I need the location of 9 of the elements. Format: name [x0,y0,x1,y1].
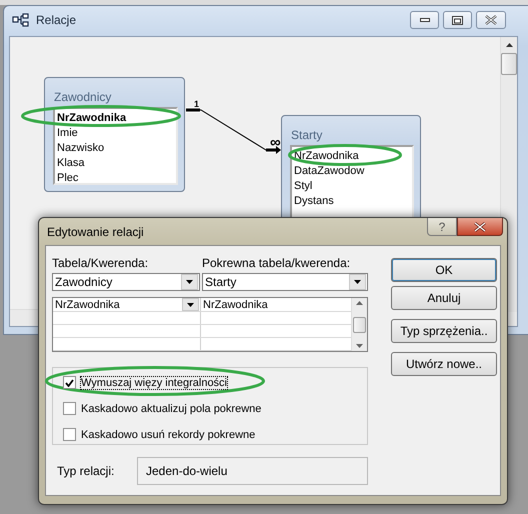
many-label: ∞ [270,135,281,150]
relation-type-label: Typ relacji: [56,464,116,478]
relation-type-field: Jeden-do-wielu [137,457,368,485]
table-title: Zawodnicy [54,90,112,104]
window-title: Relacje [36,13,76,27]
table-title: Starty [291,128,322,142]
dialog-title: Edytowanie relacji [47,224,144,238]
one-label: 1 [194,100,200,109]
table-label: Tabela/Kwerenda: [52,256,150,270]
